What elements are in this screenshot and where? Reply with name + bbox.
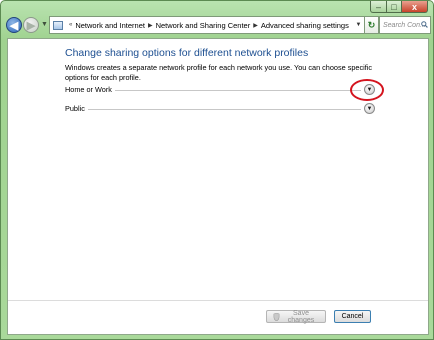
network-icon [53, 20, 63, 30]
search-input[interactable]: Search Con... [379, 16, 431, 34]
cancel-button[interactable]: Cancel [334, 310, 371, 323]
forward-button[interactable]: ▶ [23, 17, 39, 33]
caption-buttons: – □ x [370, 1, 428, 13]
save-changes-label: Save changes [287, 309, 315, 324]
breadcrumb-advanced-sharing-settings[interactable]: Advanced sharing settings [261, 21, 349, 30]
profile-label: Public [65, 104, 88, 113]
profile-label: Home or Work [65, 85, 115, 94]
refresh-icon: ↻ [367, 19, 376, 30]
refresh-button[interactable]: ↻ [365, 16, 379, 34]
forward-icon: ▶ [26, 19, 36, 32]
search-placeholder: Search Con... [383, 21, 426, 29]
recent-pages-dropdown[interactable]: ▼ [41, 21, 48, 28]
close-button[interactable]: x [402, 1, 428, 13]
back-icon: ◀ [9, 19, 19, 32]
breadcrumb-root-separator[interactable]: « [69, 22, 72, 28]
page-title: Change sharing options for different net… [65, 47, 309, 59]
chevron-down-icon: ▼ [366, 105, 373, 112]
shield-icon [273, 312, 280, 321]
window-frame: – □ x ◀ ▶ ▼ « Network and Internet ▶ Net… [0, 0, 434, 340]
breadcrumb-separator[interactable]: ▶ [253, 22, 258, 29]
maximize-button[interactable]: □ [387, 1, 402, 13]
navigation-bar: ◀ ▶ ▼ « Network and Internet ▶ Network a… [5, 16, 431, 36]
expand-public-button[interactable]: ▼ [364, 103, 375, 114]
dialog-footer: Save changes Cancel [8, 300, 428, 334]
breadcrumb-network-and-internet[interactable]: Network and Internet [75, 21, 145, 30]
address-bar[interactable]: « Network and Internet ▶ Network and Sha… [49, 16, 365, 34]
search-icon[interactable] [421, 21, 428, 28]
address-dropdown-icon[interactable]: ▼ [353, 17, 364, 33]
divider [65, 109, 361, 110]
save-changes-button[interactable]: Save changes [266, 309, 326, 324]
back-button[interactable]: ◀ [6, 17, 22, 33]
highlight-annotation-ring [350, 79, 384, 101]
profile-public[interactable]: Public ▼ [65, 103, 375, 115]
breadcrumb-separator[interactable]: ▶ [148, 22, 153, 29]
minimize-button[interactable]: – [370, 1, 387, 13]
breadcrumb-network-and-sharing-center[interactable]: Network and Sharing Center [156, 21, 251, 30]
profile-home-or-work[interactable]: Home or Work ▼ [65, 84, 375, 96]
content-pane: Change sharing options for different net… [7, 38, 429, 335]
page-description: Windows creates a separate network profi… [65, 63, 373, 82]
